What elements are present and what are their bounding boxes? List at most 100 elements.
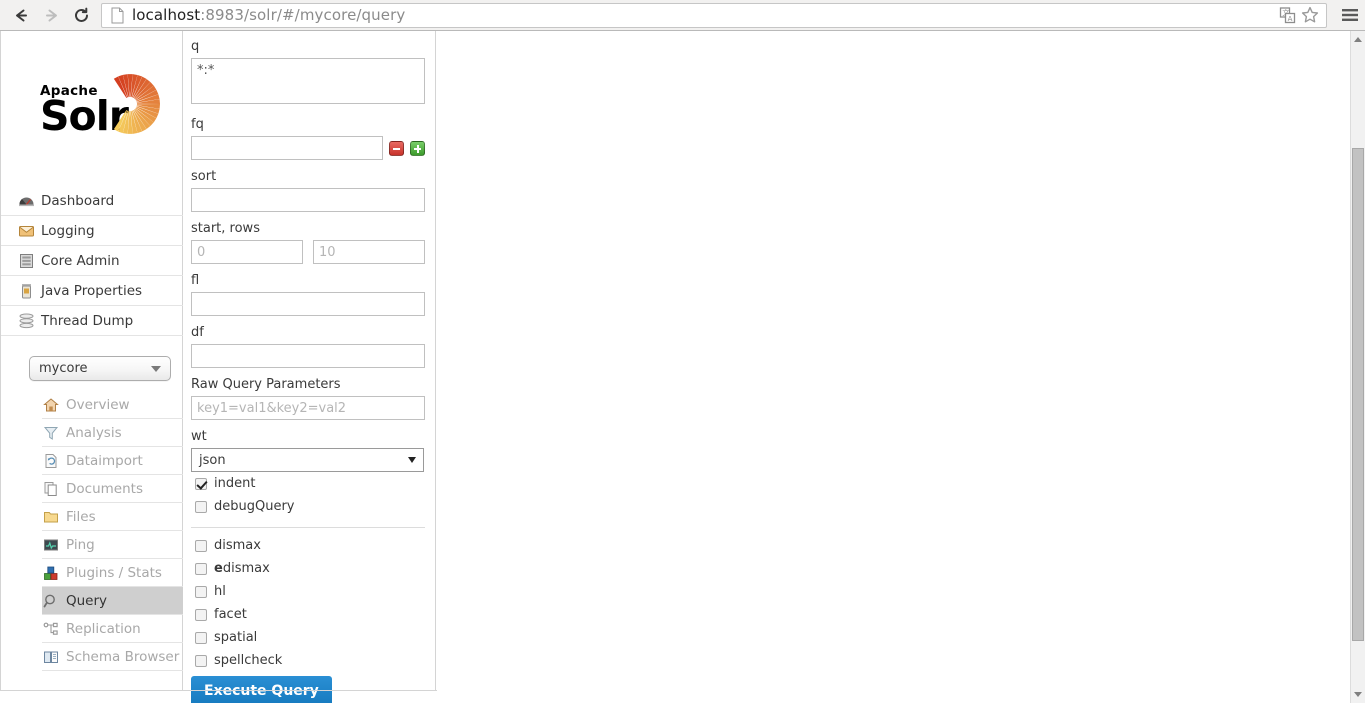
sidebar-item-label: Core Admin: [41, 252, 120, 269]
debugquery-label: debugQuery: [214, 499, 295, 514]
sidebar-item-label: Replication: [66, 620, 141, 637]
fl-input[interactable]: [191, 292, 425, 316]
wt-select[interactable]: json: [191, 448, 424, 472]
scrollbar-thumb[interactable]: [1352, 148, 1364, 641]
dismax-checkbox[interactable]: [195, 539, 207, 552]
wt-select-value: json: [199, 452, 226, 468]
sidebar-item-core-admin[interactable]: Core Admin: [1, 246, 183, 276]
hamburger-menu-icon: [1342, 9, 1358, 21]
scroll-down-button[interactable]: [1351, 686, 1365, 703]
sidebar-item-documents[interactable]: Documents: [42, 475, 183, 503]
scroll-up-button[interactable]: [1351, 31, 1365, 48]
debugquery-checkbox-row[interactable]: debugQuery: [191, 495, 435, 518]
q-input[interactable]: *:*: [191, 58, 425, 104]
fl-label: fl: [191, 273, 200, 288]
spatial-checkbox-row[interactable]: spatial: [191, 626, 435, 649]
core-selector-value: mycore: [39, 361, 88, 376]
spellcheck-checkbox-row[interactable]: spellcheck: [191, 649, 435, 672]
logging-icon: [19, 225, 34, 236]
dataimport-icon: [45, 453, 57, 468]
sort-label: sort: [191, 169, 217, 184]
sidebar-item-logging[interactable]: Logging: [1, 216, 183, 246]
form-divider: [191, 527, 425, 528]
browser-menu-button[interactable]: [1335, 0, 1365, 31]
solr-sunburst: [106, 73, 168, 135]
fq-row: [191, 136, 435, 160]
edismax-label: edismax: [214, 561, 270, 576]
raw-query-params-input[interactable]: [191, 396, 425, 420]
back-button[interactable]: [7, 1, 35, 29]
facet-checkbox[interactable]: [195, 608, 207, 621]
sidebar-item-label: Java Properties: [41, 282, 143, 299]
forward-arrow-icon: [45, 9, 57, 21]
fq-input[interactable]: [191, 136, 383, 160]
translate-icon[interactable]: 文 A: [1279, 6, 1296, 24]
spellcheck-checkbox[interactable]: [195, 654, 207, 667]
browser-nav-buttons: [0, 1, 95, 29]
sidebar-item-label: Dashboard: [41, 192, 115, 209]
sidebar-item-query[interactable]: Query: [42, 587, 183, 615]
page-scrollbar[interactable]: [1350, 31, 1365, 703]
url-text: localhost:8983/solr/#/mycore/query: [132, 6, 1279, 24]
sidebar-item-label: Documents: [66, 480, 143, 497]
spatial-checkbox[interactable]: [195, 631, 207, 644]
page-icon: [111, 7, 124, 23]
chevron-up-icon: [1354, 37, 1362, 42]
debugquery-checkbox[interactable]: [195, 500, 207, 513]
sidebar-item-overview[interactable]: Overview: [42, 391, 183, 419]
sort-input[interactable]: [191, 188, 425, 212]
sidebar-item-label: Analysis: [66, 424, 122, 441]
indent-label: indent: [214, 476, 256, 491]
sidebar-main-nav: Dashboard Logging Core Admin Java Proper…: [1, 186, 183, 336]
solr-logo[interactable]: Apache Solr: [40, 67, 170, 139]
sidebar-item-thread-dump[interactable]: Thread Dump: [1, 306, 183, 336]
fq-remove-button[interactable]: [389, 140, 404, 156]
indent-checkbox[interactable]: [195, 477, 207, 490]
star-icon[interactable]: [1300, 5, 1320, 25]
sidebar-item-ping[interactable]: Ping: [42, 531, 183, 559]
schema-browser-icon: [44, 651, 58, 663]
url-host: localhost: [132, 6, 201, 24]
reload-button[interactable]: [67, 1, 95, 29]
home-icon: [43, 397, 59, 411]
facet-checkbox-row[interactable]: facet: [191, 603, 435, 626]
sidebar: Apache Solr Dashboard Logging Core Admin…: [1, 31, 183, 691]
reload-icon: [74, 7, 88, 22]
start-input[interactable]: [191, 240, 303, 264]
edismax-checkbox[interactable]: [195, 562, 207, 575]
forward-button[interactable]: [37, 1, 65, 29]
address-bar[interactable]: localhost:8983/solr/#/mycore/query 文 A: [101, 2, 1327, 28]
sidebar-item-java-properties[interactable]: Java Properties: [1, 276, 183, 306]
browser-toolbar: localhost:8983/solr/#/mycore/query 文 A: [0, 0, 1365, 31]
wt-label: wt: [191, 429, 207, 444]
fq-add-button[interactable]: [410, 140, 425, 156]
sidebar-item-analysis[interactable]: Analysis: [42, 419, 183, 447]
sidebar-item-files[interactable]: Files: [42, 503, 183, 531]
sidebar-item-plugins-stats[interactable]: Plugins / Stats: [42, 559, 183, 587]
sidebar-item-dataimport[interactable]: Dataimport: [42, 447, 183, 475]
page-viewport: Apache Solr Dashboard Logging Core Admin…: [0, 31, 1350, 703]
sidebar-item-schema-browser[interactable]: Schema Browser: [42, 643, 183, 671]
q-label: q: [191, 39, 200, 54]
back-arrow-icon: [15, 9, 27, 21]
hl-checkbox-row[interactable]: hl: [191, 580, 435, 603]
facet-label: facet: [214, 607, 247, 622]
sidebar-item-label: Plugins / Stats: [66, 564, 162, 581]
funnel-icon: [43, 426, 59, 440]
chevron-down-icon: [151, 365, 161, 372]
hl-checkbox[interactable]: [195, 585, 207, 598]
folder-icon: [44, 511, 58, 522]
indent-checkbox-row[interactable]: indent: [191, 472, 435, 495]
url-path: :8983/solr/#/mycore/query: [200, 6, 406, 24]
sidebar-item-label: Dataimport: [66, 452, 143, 469]
core-selector-wrap: mycore: [29, 356, 171, 381]
edismax-checkbox-row[interactable]: edismax: [191, 557, 435, 580]
sidebar-item-label: Query: [66, 592, 108, 609]
sidebar-item-replication[interactable]: Replication: [42, 615, 183, 643]
core-selector[interactable]: mycore: [29, 356, 171, 381]
df-input[interactable]: [191, 344, 425, 368]
sidebar-item-dashboard[interactable]: Dashboard: [1, 186, 183, 216]
rows-input[interactable]: [313, 240, 425, 264]
dismax-checkbox-row[interactable]: dismax: [191, 534, 435, 557]
sidebar-item-label: Files: [66, 508, 96, 525]
